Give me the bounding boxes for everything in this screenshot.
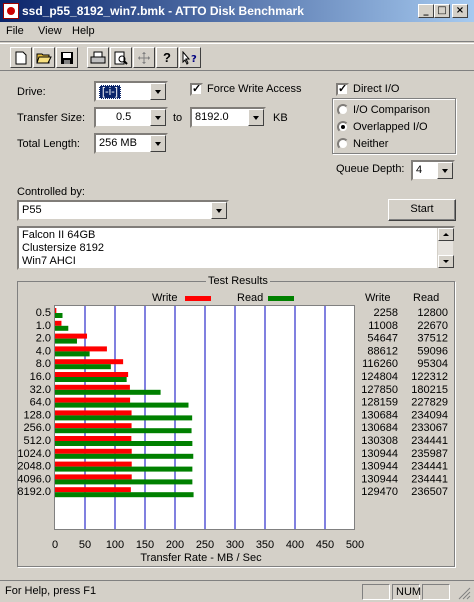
write-bar [55, 308, 57, 313]
status-bar: For Help, press F1 NUM [0, 580, 474, 602]
write-bar [55, 320, 62, 326]
write-value: 116260 [362, 358, 398, 370]
x-tick-label: 350 [256, 539, 274, 551]
read-bar [55, 325, 69, 331]
x-tick-label: 500 [346, 539, 364, 551]
y-tick-label: 2.0 [36, 333, 51, 345]
read-value: 234441 [411, 461, 448, 473]
x-tick-label: 0 [52, 539, 58, 551]
write-bar [55, 372, 129, 377]
write-bar [55, 461, 132, 467]
read-value: 22670 [417, 320, 448, 332]
write-bar [55, 436, 132, 441]
read-bar [55, 313, 63, 318]
x-tick-label: 200 [166, 539, 184, 551]
read-bar [55, 479, 193, 485]
x-tick-label: 450 [316, 539, 334, 551]
status-num: NUM [392, 584, 421, 600]
read-value: 12800 [417, 307, 448, 319]
read-bar [55, 402, 189, 408]
read-value: 234441 [411, 435, 448, 447]
read-value: 233067 [411, 422, 448, 434]
read-value: 122312 [411, 371, 448, 383]
read-value: 236507 [411, 486, 448, 498]
read-value: 234094 [411, 409, 448, 421]
y-tick-label: 16.0 [30, 371, 51, 383]
y-tick-label: 32.0 [30, 384, 51, 396]
write-bar [55, 474, 132, 480]
write-value: 2258 [374, 307, 398, 319]
write-bar [55, 487, 131, 493]
read-bar [55, 377, 127, 382]
write-bar [55, 397, 131, 403]
write-bar [55, 333, 88, 339]
read-bar [55, 441, 193, 446]
read-bar [55, 492, 194, 498]
read-value: 95304 [417, 358, 448, 370]
write-value: 124804 [361, 371, 398, 383]
read-value: 59096 [417, 345, 448, 357]
write-bar [55, 410, 132, 416]
read-bar [55, 351, 90, 357]
write-value: 127850 [361, 384, 398, 396]
y-tick-label: 1024.0 [17, 448, 51, 460]
status-panel [362, 584, 390, 600]
x-tick-label: 250 [196, 539, 214, 551]
resize-grip-icon[interactable] [458, 587, 471, 600]
write-bar [55, 359, 124, 365]
x-axis-label: Transfer Rate - MB / Sec [140, 552, 262, 564]
x-tick-label: 50 [79, 539, 91, 551]
read-bar [55, 364, 111, 370]
x-tick-label: 150 [136, 539, 154, 551]
read-value: 37512 [417, 333, 448, 345]
y-tick-label: 1.0 [36, 320, 51, 332]
y-tick-label: 8.0 [36, 358, 51, 370]
x-tick-label: 400 [286, 539, 304, 551]
y-tick-label: 4096.0 [17, 473, 51, 485]
write-bar [55, 346, 107, 352]
write-value: 130944 [361, 448, 398, 460]
read-value: 180215 [411, 384, 448, 396]
write-value: 130684 [361, 422, 398, 434]
y-tick-label: 2048.0 [17, 461, 51, 473]
y-tick-label: 4.0 [36, 345, 51, 357]
write-value: 11008 [368, 320, 398, 332]
status-text: For Help, press F1 [5, 585, 97, 597]
write-value: 130944 [361, 461, 398, 473]
read-bar [55, 466, 193, 472]
write-value: 88612 [367, 345, 398, 357]
read-bar [55, 415, 193, 421]
write-value: 129470 [361, 486, 398, 498]
status-panel [422, 584, 450, 600]
read-value: 227829 [411, 397, 448, 409]
y-tick-label: 64.0 [30, 397, 51, 409]
y-tick-label: 512.0 [23, 435, 51, 447]
write-value: 130684 [361, 409, 398, 421]
x-tick-label: 300 [226, 539, 244, 551]
transfer-rate-chart: 0 50 100 150 200 250 300 350 400 450 500 Transfer R… [17, 305, 448, 564]
y-tick-label: 0.5 [36, 307, 51, 319]
read-value: 234441 [411, 473, 448, 485]
x-tick-label: 100 [106, 539, 124, 551]
write-value: 54647 [367, 333, 398, 345]
read-bar [55, 453, 194, 459]
read-bar [55, 389, 161, 395]
y-tick-label: 256.0 [23, 422, 51, 434]
read-bar [55, 338, 77, 344]
y-tick-label: 128.0 [23, 409, 51, 421]
write-bar [55, 448, 132, 454]
write-bar [55, 384, 130, 390]
write-bar [55, 423, 132, 429]
y-tick-label: 8192.0 [17, 486, 51, 498]
write-value: 130944 [361, 473, 398, 485]
read-bar [55, 428, 192, 434]
read-value: 235987 [411, 448, 448, 460]
write-value: 130308 [361, 435, 398, 447]
write-value: 128159 [361, 397, 398, 409]
